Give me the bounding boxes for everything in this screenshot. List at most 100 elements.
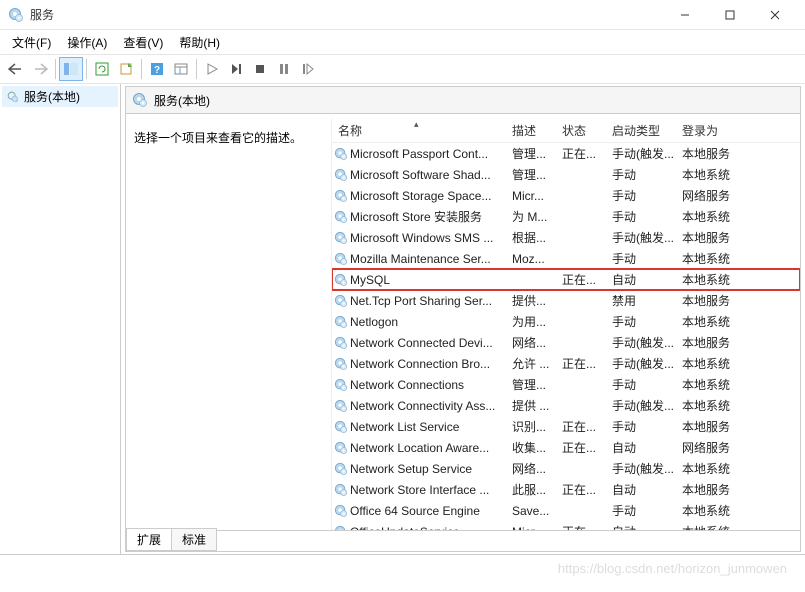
main-area: 服务(本地) 服务(本地) 选择一个项目来查看它的描述。 名称▴ 描述 状态 启… — [0, 84, 805, 555]
tab-extended[interactable]: 扩展 — [126, 528, 172, 551]
service-icon — [334, 189, 348, 203]
service-logon: 本地系统 — [682, 355, 748, 372]
maximize-button[interactable] — [707, 1, 752, 29]
service-row[interactable]: Netlogon为用...手动本地系统 — [332, 311, 800, 332]
back-button[interactable] — [4, 57, 28, 81]
service-name: Mozilla Maintenance Ser... — [350, 252, 512, 266]
service-logon: 本地服务 — [682, 481, 748, 498]
service-row[interactable]: Network Connection Bro...允许 ...正在...手动(触… — [332, 353, 800, 374]
service-icon — [334, 231, 348, 245]
service-row[interactable]: Network Connected Devi...网络...手动(触发...本地… — [332, 332, 800, 353]
status-bar — [0, 555, 805, 569]
service-logon: 本地服务 — [682, 334, 748, 351]
service-row[interactable]: Net.Tcp Port Sharing Ser...提供...禁用本地服务 — [332, 290, 800, 311]
service-name: Network Store Interface ... — [350, 483, 512, 497]
show-hide-tree-button[interactable] — [59, 57, 83, 81]
window-title: 服务 — [30, 6, 662, 23]
service-startup: 自动 — [612, 481, 682, 498]
view-tabs: 扩展 标准 — [125, 530, 801, 552]
service-desc: 允许 ... — [512, 355, 562, 372]
menu-view[interactable]: 查看(V) — [115, 32, 171, 53]
start-button[interactable] — [200, 57, 224, 81]
step-button[interactable] — [224, 57, 248, 81]
column-desc[interactable]: 描述 — [512, 122, 562, 139]
service-logon: 本地系统 — [682, 271, 748, 288]
sort-ascending-icon: ▴ — [414, 119, 419, 130]
service-startup: 手动(触发... — [612, 397, 682, 414]
column-logon[interactable]: 登录为 — [682, 122, 748, 139]
column-headers: 名称▴ 描述 状态 启动类型 登录为 — [332, 119, 800, 143]
service-status: 正在... — [562, 145, 612, 162]
service-logon: 本地系统 — [682, 166, 748, 183]
service-icon — [334, 357, 348, 371]
refresh-button[interactable] — [90, 57, 114, 81]
service-row[interactable]: Network Store Interface ...此服...正在...自动本… — [332, 479, 800, 500]
tree-root-services[interactable]: 服务(本地) — [2, 86, 118, 107]
service-startup: 手动(触发... — [612, 229, 682, 246]
service-logon: 网络服务 — [682, 439, 748, 456]
service-icon — [334, 504, 348, 518]
services-tree-icon — [6, 90, 20, 104]
toolbar: ? — [0, 54, 805, 84]
service-row[interactable]: Office 64 Source EngineSave...手动本地系统 — [332, 500, 800, 521]
service-name: Net.Tcp Port Sharing Ser... — [350, 294, 512, 308]
service-icon — [334, 378, 348, 392]
service-row[interactable]: MySQL正在...自动本地系统 — [332, 269, 800, 290]
service-icon — [334, 252, 348, 266]
column-startup[interactable]: 启动类型 — [612, 122, 682, 139]
service-status: 正在... — [562, 418, 612, 435]
tab-standard[interactable]: 标准 — [171, 528, 217, 551]
export-list-button[interactable] — [114, 57, 138, 81]
service-name: MySQL — [350, 273, 512, 287]
stop-button[interactable] — [248, 57, 272, 81]
service-startup: 手动(触发... — [612, 145, 682, 162]
column-status[interactable]: 状态 — [562, 122, 612, 139]
forward-button[interactable] — [28, 57, 52, 81]
minimize-button[interactable] — [662, 1, 707, 29]
service-startup: 手动 — [612, 376, 682, 393]
service-icon — [334, 315, 348, 329]
service-row[interactable]: Network Connectivity Ass...提供 ...手动(触发..… — [332, 395, 800, 416]
window-controls — [662, 1, 797, 29]
service-icon — [334, 147, 348, 161]
service-startup: 手动 — [612, 313, 682, 330]
service-row[interactable]: Microsoft Windows SMS ...根据...手动(触发...本地… — [332, 227, 800, 248]
service-row[interactable]: Microsoft Storage Space...Micr...手动网络服务 — [332, 185, 800, 206]
service-name: Microsoft Software Shad... — [350, 168, 512, 182]
service-row[interactable]: Microsoft Passport Cont...管理...正在...手动(触… — [332, 143, 800, 164]
service-desc: 网络... — [512, 334, 562, 351]
service-row[interactable]: Network List Service识别...正在...手动本地服务 — [332, 416, 800, 437]
menu-help[interactable]: 帮助(H) — [171, 32, 228, 53]
services-header-icon — [132, 92, 148, 108]
pause-button[interactable] — [272, 57, 296, 81]
service-row[interactable]: Microsoft Store 安装服务为 M...手动本地系统 — [332, 206, 800, 227]
service-icon — [334, 483, 348, 497]
service-row[interactable]: Mozilla Maintenance Ser...Moz...手动本地系统 — [332, 248, 800, 269]
column-name[interactable]: 名称▴ — [334, 122, 512, 139]
service-row[interactable]: OfficeUpdateServiceMicr...正在...自动本地系统 — [332, 521, 800, 530]
menu-action[interactable]: 操作(A) — [59, 32, 115, 53]
service-row[interactable]: Microsoft Software Shad...管理...手动本地系统 — [332, 164, 800, 185]
tree-root-label: 服务(本地) — [24, 88, 80, 105]
service-row[interactable]: Network Connections管理...手动本地系统 — [332, 374, 800, 395]
service-desc: 为用... — [512, 313, 562, 330]
service-row[interactable]: Network Location Aware...收集...正在...自动网络服… — [332, 437, 800, 458]
service-row[interactable]: Network Setup Service网络...手动(触发...本地系统 — [332, 458, 800, 479]
restart-button[interactable] — [296, 57, 320, 81]
tree-pane[interactable]: 服务(本地) — [0, 84, 121, 554]
help-button[interactable]: ? — [145, 57, 169, 81]
service-icon — [334, 441, 348, 455]
toolbar-separator — [55, 59, 56, 79]
service-startup: 手动 — [612, 208, 682, 225]
service-logon: 本地系统 — [682, 376, 748, 393]
service-rows[interactable]: Microsoft Passport Cont...管理...正在...手动(触… — [332, 143, 800, 530]
close-button[interactable] — [752, 1, 797, 29]
properties-button[interactable] — [169, 57, 193, 81]
service-logon: 本地系统 — [682, 397, 748, 414]
menu-file[interactable]: 文件(F) — [4, 32, 59, 53]
service-name: Network Connections — [350, 378, 512, 392]
service-startup: 手动 — [612, 418, 682, 435]
service-logon: 本地系统 — [682, 250, 748, 267]
description-hint: 选择一个项目来查看它的描述。 — [134, 131, 302, 145]
menu-bar: 文件(F) 操作(A) 查看(V) 帮助(H) — [0, 30, 805, 54]
